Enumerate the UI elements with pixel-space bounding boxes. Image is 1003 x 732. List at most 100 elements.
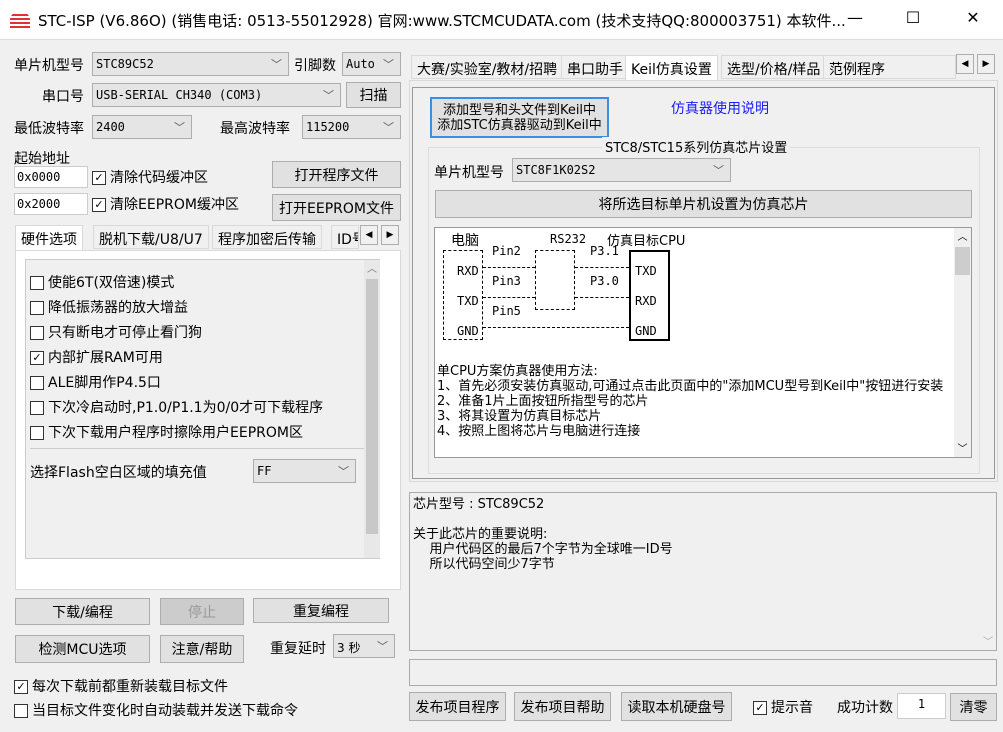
group-title: STC8/STC15系列仿真芯片设置 [602,137,791,156]
checkbox-unchecked-icon [14,704,28,718]
option-label: 降低振荡器的放大增益 [48,300,188,316]
min-baud-value: 2400 [96,120,125,134]
chevron-down-icon: ﹀ [377,640,388,653]
minimize-button[interactable]: — [835,8,875,27]
tab-offline-download[interactable]: 脱机下载/U8/U7 [93,225,209,249]
stop-button[interactable]: 停止 [160,598,244,625]
tab-selection-price[interactable]: 选型/价格/样品 [721,55,827,79]
scroll-down-icon[interactable]: ﹀ [954,440,971,455]
tab-hardware-options[interactable]: 硬件选项 [15,225,83,253]
tab-examples[interactable]: 范例程序 [823,55,956,79]
checkbox-unchecked-icon [30,376,44,390]
checkbox-checked-icon: ✓ [14,680,28,694]
close-button[interactable]: ✕ [953,8,993,27]
mcu-type-select[interactable]: STC89C52 ﹀ [92,52,289,76]
tab-scroll-right-icon[interactable]: ▶ [381,225,399,245]
scroll-down-icon[interactable]: ﹀ [983,633,993,648]
port-label: 串口号 [42,89,84,105]
emu-mcu-value: STC8F1K02S2 [516,163,596,177]
info-line: 所以代码空间少7字节 [413,557,555,572]
add-to-keil-button[interactable]: 添加型号和头文件到Keil中 添加STC仿真器驱动到Keil中 [430,97,609,138]
emu-mcu-select[interactable]: STC8F1K02S2 ﹀ [512,158,731,182]
checkbox-unchecked-icon [30,401,44,415]
clear-eeprom-checkbox[interactable]: ✓ 清除EEPROM缓冲区 [92,194,239,214]
scroll-thumb[interactable] [955,247,970,275]
tab-contest[interactable]: 大赛/实验室/教材/招聘 [411,55,564,79]
eeprom-address-input[interactable]: 0x2000 [14,193,88,215]
scroll-up-icon[interactable]: ︿ [954,228,971,243]
repeat-delay-value: 3 秒 [337,641,361,655]
chevron-down-icon: ﹀ [323,89,334,102]
option-checkbox[interactable]: ALE脚用作P4.5口 [30,372,161,392]
option-checkbox[interactable]: ✓ 内部扩展RAM可用 [30,347,163,367]
max-baud-select[interactable]: 115200 ﹀ [302,115,401,139]
tab-id[interactable]: ID号 [331,225,359,249]
publish-help-button[interactable]: 发布项目帮助 [514,692,611,721]
tab-scroll-left-icon[interactable]: ◀ [956,54,974,74]
fill-value-select[interactable]: FF ﹀ [253,459,356,483]
chevron-down-icon: ﹀ [271,58,282,71]
sound-checkbox[interactable]: ✓ 提示音 [753,697,813,717]
repeat-program-button[interactable]: 重复编程 [253,598,389,623]
scan-button[interactable]: 扫描 [346,82,401,108]
instructions-text: 单CPU方案仿真器使用方法: 1、首先必须安装仿真驱动,可通过点击此页面中的"添加… [437,364,947,439]
instruction-line: 4、按照上图将芯片与电脑进行连接 [437,424,641,439]
option-checkbox[interactable]: 下次下载用户程序时擦除用户EEPROM区 [30,422,303,442]
open-eeprom-file-button[interactable]: 打开EEPROM文件 [272,194,401,221]
tab-scroll-right-icon[interactable]: ▶ [977,54,995,74]
open-program-file-button[interactable]: 打开程序文件 [272,161,401,188]
window-title: STC-ISP (V6.86O) (销售电话: 0513-55012928) 官… [38,12,846,30]
wire [575,267,629,268]
instruction-line: 单CPU方案仿真器使用方法: [437,364,598,379]
auto-load-label: 当目标文件变化时自动装载并发送下载命令 [32,703,298,719]
tab-scroll-left-icon[interactable]: ◀ [360,225,378,245]
instruction-line: 1、首先必须安装仿真驱动,可通过点击此页面中的"添加MCU型号到Keil中"按钮… [437,379,944,394]
instructions-scrollbar[interactable]: ︿ ﹀ [954,228,971,457]
divider [30,448,376,449]
tab-serial-assistant[interactable]: 串口助手 [561,55,629,79]
publish-program-button[interactable]: 发布项目程序 [409,692,506,721]
scroll-up-icon[interactable]: ︿ [364,260,380,275]
emulator-help-link[interactable]: 仿真器使用说明 [671,98,769,118]
pins-select[interactable]: Auto ﹀ [342,52,401,76]
checkbox-unchecked-icon [30,326,44,340]
tab-keil-emulation[interactable]: Keil仿真设置 [625,55,718,82]
pins-label: 引脚数 [294,58,336,74]
cpu-gnd: GND [635,324,657,338]
download-program-button[interactable]: 下载/编程 [15,598,150,625]
pins-value: Auto [346,57,375,71]
clear-count-button[interactable]: 清零 [950,693,997,721]
code-address-input[interactable]: 0x0000 [14,166,88,188]
wire [483,267,535,268]
option-label: 下次冷启动时,P1.0/P1.1为0/0才可下载程序 [48,400,324,416]
p31-label: P3.1 [590,244,619,258]
clear-code-checkbox[interactable]: ✓ 清除代码缓冲区 [92,167,208,187]
fill-value: FF [257,464,272,478]
port-value: USB-SERIAL CH340 (COM3) [96,88,263,102]
repeat-delay-label: 重复延时 [270,641,326,657]
options-list: 使能6T(双倍速)模式降低振荡器的放大增益只有断电才可停止看门狗 ✓ 内部扩展RAM… [25,259,380,559]
read-disk-id-button[interactable]: 读取本机硬盘号 [621,692,732,721]
scroll-thumb[interactable] [366,279,378,534]
chevron-down-icon: ﹀ [713,164,724,177]
help-button[interactable]: 注意/帮助 [160,635,244,663]
option-checkbox[interactable]: 只有断电才可停止看门狗 [30,322,202,342]
option-checkbox[interactable]: 下次冷启动时,P1.0/P1.1为0/0才可下载程序 [30,397,323,417]
reload-before-download-checkbox[interactable]: ✓ 每次下载前都重新装载目标文件 [14,676,228,696]
repeat-delay-select[interactable]: 3 秒 ﹀ [333,634,395,658]
success-count-field[interactable]: 1 [897,693,946,719]
detect-mcu-options-button[interactable]: 检测MCU选项 [15,635,150,663]
options-scrollbar[interactable]: ︿ [364,260,380,558]
hardware-options-panel: 使能6T(双倍速)模式降低振荡器的放大增益只有断电才可停止看门狗 ✓ 内部扩展RAM… [15,250,401,590]
port-select[interactable]: USB-SERIAL CH340 (COM3) ﹀ [92,83,341,107]
instructions-box: 电脑 RS232 仿真目标CPU RXD TXD GND TXD RXD GND… [434,227,972,458]
maximize-button[interactable]: ☐ [893,8,933,27]
option-checkbox[interactable]: 降低振荡器的放大增益 [30,297,188,317]
set-as-emulation-chip-button[interactable]: 将所选目标单片机设置为仿真芯片 [435,190,972,218]
min-baud-select[interactable]: 2400 ﹀ [92,115,192,139]
pc-label: 电脑 [451,233,479,249]
auto-load-checkbox[interactable]: 当目标文件变化时自动装载并发送下载命令 [14,700,298,720]
chevron-down-icon: ﹀ [338,465,349,478]
tab-encrypted-transfer[interactable]: 程序加密后传输 [212,225,322,249]
option-checkbox[interactable]: 使能6T(双倍速)模式 [30,272,174,292]
